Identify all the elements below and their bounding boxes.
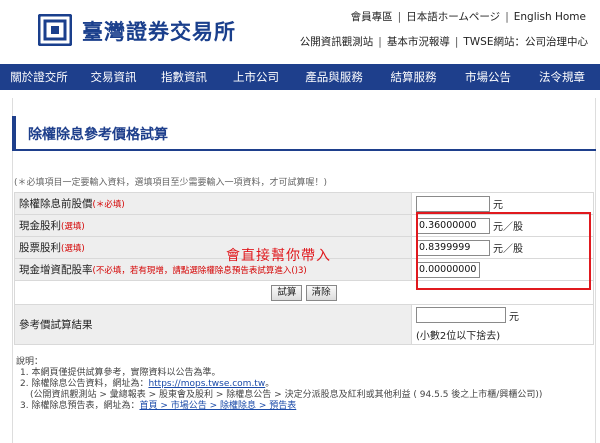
link-japanese[interactable]: 日本語ホームページ	[406, 11, 500, 23]
nav-item-announcements[interactable]: 市場公告	[452, 64, 524, 90]
page-title-bar: 除權除息參考價格試算	[12, 116, 596, 151]
optional-tag: (選填)	[61, 222, 85, 232]
site-header: 臺灣證券交易所 會員專區 | 日本語ホームページ | English Home 公開資訊…	[0, 0, 600, 64]
sub-links: 公開資訊觀測站 | 基本市況報導 | TWSE網站：公司治理中心	[300, 34, 588, 49]
result-note: (小數2位以下捨去)	[416, 331, 501, 342]
note-line-1: 1. 本網頁僅提供試算參考，實際資料以公告為準。	[20, 368, 221, 378]
divider: |	[397, 11, 402, 23]
link-corp-gov[interactable]: TWSE網站：公司治理中心	[463, 36, 588, 48]
top-links: 會員專區 | 日本語ホームページ | English Home	[351, 9, 586, 24]
unit-label: 元	[493, 200, 503, 211]
link-member-area[interactable]: 會員專區	[351, 11, 393, 23]
clear-button[interactable]: 清除	[305, 284, 337, 301]
not-required-tag: (不必填，若有現增，請點選除權除息預告表試算進入()3)	[92, 266, 307, 276]
divider: |	[378, 36, 382, 48]
link-mops[interactable]: 公開資訊觀測站	[300, 36, 374, 48]
twse-logo-icon[interactable]	[38, 14, 72, 46]
note-line-2-end: 。	[265, 379, 275, 389]
notes-heading: 說明：	[16, 357, 44, 367]
nav-item-trading[interactable]: 交易資訊	[78, 64, 149, 90]
site-logo-text[interactable]: 臺灣證券交易所	[82, 16, 236, 46]
label-rights-ratio: 現金增資配股率	[19, 264, 93, 276]
nav-item-index[interactable]: 指數資訊	[149, 64, 219, 90]
label-pre-price: 除權除息前股價	[19, 198, 93, 210]
divider: |	[454, 36, 459, 48]
nav-item-listed[interactable]: 上市公司	[219, 64, 293, 90]
nav-item-products[interactable]: 產品與服務	[293, 64, 375, 90]
nav-item-clearing[interactable]: 結算服務	[375, 64, 452, 90]
label-result: 參考價試算結果	[19, 319, 93, 331]
note-line-2-text: 2. 除權除息公告資料，網址為：	[20, 379, 149, 389]
main-nav: 關於證交所 交易資訊 指數資訊 上市公司 產品與服務 結算服務 市場公告 法令規…	[0, 64, 600, 90]
note-line-3: (公開資訊觀測站 > 彙總報表 > 股東會及股利 > 除權息公告 > 決定分派股…	[30, 390, 543, 400]
link-english-home[interactable]: English Home	[514, 11, 586, 23]
explanation-notes: 說明： 1. 本網頁僅提供試算參考，實際資料以公告為準。 2. 除權除息公告資料…	[16, 357, 586, 412]
highlight-box	[416, 212, 591, 290]
optional-tag: (選填)	[61, 244, 85, 254]
calc-button[interactable]: 試算	[271, 284, 303, 301]
form-row-result: 參考價試算結果 元 (小數2位以下捨去)	[14, 304, 594, 345]
required-tag: (＊必填)	[92, 200, 125, 210]
page-title: 除權除息參考價格試算	[28, 127, 168, 143]
mops-link[interactable]: https://mops.twse.com.tw	[148, 379, 265, 389]
form-note: (＊必填項目一定要輸入資料，選填項目至少需要輸入一項資料，才可試算喔！)	[14, 178, 328, 188]
pre-price-input[interactable]	[416, 195, 490, 212]
label-stock-dividend: 股票股利	[19, 242, 61, 254]
result-unit: 元	[509, 311, 519, 323]
nav-item-regulations[interactable]: 法令規章	[524, 64, 600, 90]
nav-item-about[interactable]: 關於證交所	[0, 64, 78, 90]
result-output[interactable]	[416, 307, 506, 323]
label-cash-dividend: 現金股利	[19, 220, 61, 232]
annotation-text: 會直接幫你帶入	[226, 248, 331, 264]
note-line-4: 3. 除權除息預告表，網址為：首頁 > 市場公告 > 除權除息 > 預告表	[16, 401, 586, 412]
title-accent	[12, 116, 16, 149]
note-line-2: 2. 除權除息公告資料，網址為：https://mops.twse.com.tw…	[16, 379, 586, 390]
divider: |	[505, 11, 509, 23]
preview-table-link[interactable]: 首頁 > 市場公告 > 除權除息 > 預告表	[139, 401, 296, 411]
link-market-report[interactable]: 基本市況報導	[387, 36, 450, 48]
note-line-4-text: 3. 除權除息預告表，網址為：	[20, 401, 140, 411]
